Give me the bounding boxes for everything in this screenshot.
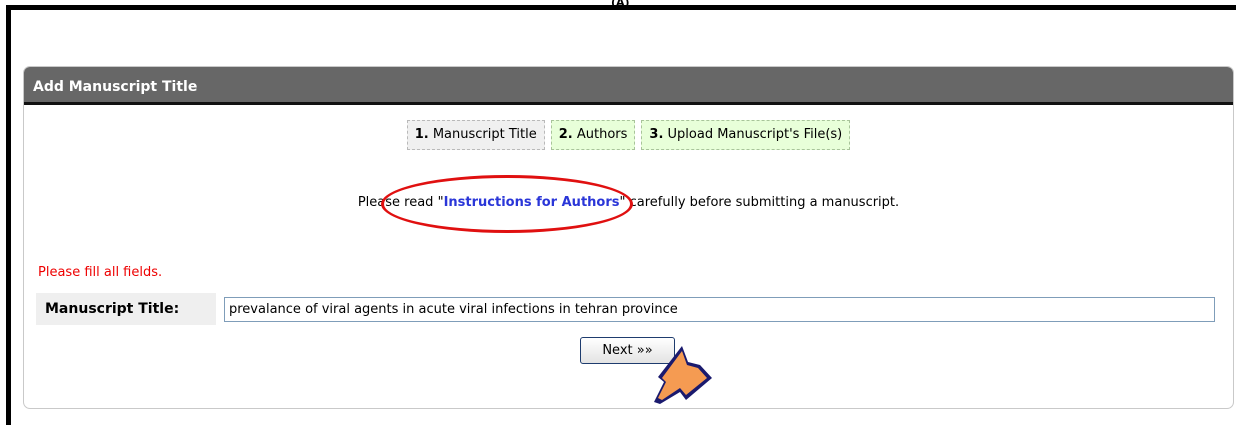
highlight-ellipse (381, 175, 633, 233)
step-number: 3. (649, 127, 664, 142)
step-number: 2. (558, 127, 573, 142)
wizard-steps: 1. Manuscript Title 2. Authors 3. Upload… (24, 120, 1233, 150)
step-authors[interactable]: 2. Authors (550, 120, 636, 150)
step-manuscript-title[interactable]: 1. Manuscript Title (406, 120, 545, 150)
step-upload-files[interactable]: 3. Upload Manuscript's File(s) (641, 120, 851, 150)
manuscript-title-row: Manuscript Title: (36, 293, 1216, 325)
manuscript-panel: Add Manuscript Title 1. Manuscript Title… (23, 66, 1234, 409)
manuscript-title-label: Manuscript Title: (36, 293, 216, 325)
arrow-pointer-icon (654, 346, 712, 404)
step-label: Upload Manuscript's File(s) (667, 127, 843, 142)
step-number: 1. (414, 127, 429, 142)
step-label: Manuscript Title (432, 127, 537, 142)
panel-title: Add Manuscript Title (24, 67, 1233, 105)
frame-border-left (6, 5, 11, 425)
instructions-suffix: " carefully before submitting a manuscri… (619, 195, 900, 210)
manuscript-title-input[interactable] (224, 297, 1215, 322)
figure-label: (A) (611, 0, 630, 9)
step-label: Authors (576, 127, 628, 142)
warning-message: Please fill all fields. (38, 265, 163, 280)
